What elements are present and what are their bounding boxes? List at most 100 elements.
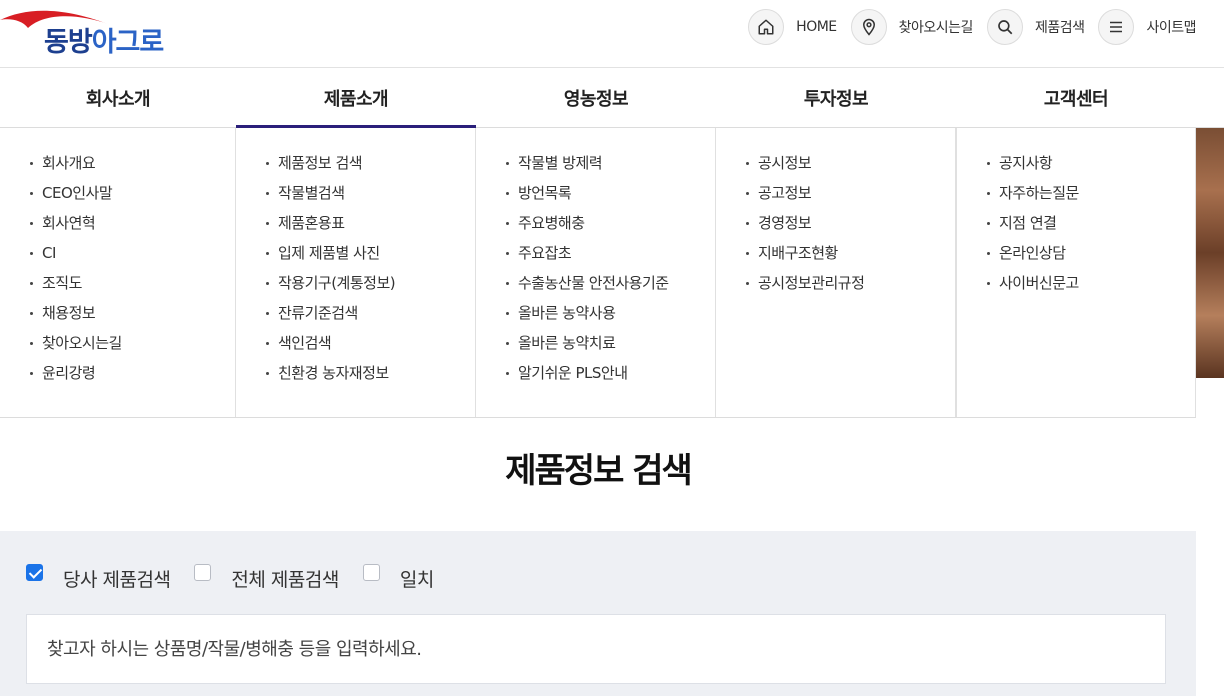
- mega-menu-item[interactable]: 제품혼용표: [266, 208, 475, 238]
- hero-photo-edge: [1196, 128, 1224, 378]
- logo-text-part2: 아그로: [91, 27, 165, 58]
- search-options: 당사 제품검색 전체 제품검색 일치: [26, 564, 458, 592]
- mega-menu-item[interactable]: 자주하는질문: [987, 178, 1195, 208]
- mega-menu-item[interactable]: 공지사항: [987, 148, 1195, 178]
- mega-menu-item[interactable]: 올바른 농약치료: [506, 328, 715, 358]
- option-own-products[interactable]: 당사 제품검색: [26, 564, 171, 592]
- mega-menu-item-label: 방언목록: [518, 184, 572, 202]
- mega-menu-item[interactable]: 작물별 방제력: [506, 148, 715, 178]
- gnb-support[interactable]: 고객센터: [956, 68, 1196, 128]
- bullet-icon: [746, 251, 749, 255]
- mega-menu-item[interactable]: 윤리강령: [30, 358, 235, 388]
- mega-menu-item[interactable]: 수출농산물 안전사용기준: [506, 268, 715, 298]
- mega-menu-item[interactable]: 작용기구(계통정보): [266, 268, 475, 298]
- mega-menu-item[interactable]: 작물별검색: [266, 178, 475, 208]
- bullet-icon: [987, 221, 990, 225]
- logo-text-part1: 동방: [44, 27, 93, 58]
- mega-menu-item[interactable]: 친환경 농자재정보: [266, 358, 475, 388]
- mega-menu-item[interactable]: 입제 제품별 사진: [266, 238, 475, 268]
- site-logo[interactable]: 동방아그로: [0, 6, 170, 59]
- mega-menu-item[interactable]: 방언목록: [506, 178, 715, 208]
- util-sitemap-label: 사이트맵: [1146, 20, 1196, 36]
- mega-menu-item-label: 주요잡초: [518, 244, 572, 262]
- mega-menu-item[interactable]: 주요병해충: [506, 208, 715, 238]
- mega-menu-item-label: 사이버신문고: [999, 274, 1079, 292]
- bullet-icon: [30, 161, 33, 165]
- mega-menu-item[interactable]: 제품정보 검색: [266, 148, 475, 178]
- bullet-icon: [746, 281, 749, 285]
- mega-menu-item-label: 올바른 농약치료: [518, 334, 616, 352]
- mega-menu-item[interactable]: 잔류기준검색: [266, 298, 475, 328]
- util-product-search[interactable]: 제품검색: [986, 9, 1085, 45]
- mega-menu-item-label: 공시정보관리규정: [758, 274, 865, 292]
- mega-menu-item-label: 작물별검색: [278, 184, 345, 202]
- mega-menu-item[interactable]: 조직도: [30, 268, 235, 298]
- checkbox-exact-match[interactable]: [362, 564, 380, 581]
- bullet-icon: [987, 281, 990, 285]
- mega-menu-item[interactable]: 지배구조현황: [746, 238, 955, 268]
- mega-menu-item[interactable]: 공시정보: [746, 148, 955, 178]
- bullet-icon: [987, 191, 990, 195]
- bullet-icon: [30, 371, 33, 375]
- gnb-company[interactable]: 회사소개: [0, 68, 236, 128]
- mega-menu-item[interactable]: 주요잡초: [506, 238, 715, 268]
- mega-menu-item-label: 공지사항: [999, 154, 1053, 172]
- mega-menu-item[interactable]: 공고정보: [746, 178, 955, 208]
- search-panel: 당사 제품검색 전체 제품검색 일치: [0, 531, 1196, 696]
- bullet-icon: [506, 191, 509, 195]
- bullet-icon: [987, 161, 990, 165]
- mega-menu-item[interactable]: 온라인상담: [987, 238, 1195, 268]
- mega-menu-item-label: 공시정보: [758, 154, 812, 172]
- home-icon: [748, 9, 785, 45]
- mega-menu-item-label: 주요병해충: [518, 214, 585, 232]
- option-all-products[interactable]: 전체 제품검색: [194, 564, 339, 592]
- logo-text: 동방아그로: [44, 20, 165, 59]
- mega-col-company: 회사개요 CEO인사말회사연혁 CI 조직도 채용정보 찾아오시는길 윤리강령: [0, 128, 236, 417]
- mega-menu-item-label: 작용기구(계통정보): [278, 274, 396, 292]
- util-sitemap[interactable]: 사이트맵: [1098, 9, 1196, 45]
- mega-menu-item[interactable]: 회사연혁: [30, 208, 235, 238]
- bullet-icon: [30, 251, 33, 255]
- mega-menu-item[interactable]: 올바른 농약사용: [506, 298, 715, 328]
- mega-menu-item-label: 자주하는질문: [999, 184, 1079, 202]
- gnb-products[interactable]: 제품소개: [236, 68, 476, 129]
- mega-menu-item[interactable]: 색인검색: [266, 328, 475, 358]
- util-home[interactable]: HOME: [748, 9, 837, 45]
- mega-col-investment: 공시정보공고정보 경영정보 지배구조현황공시정보관리규정: [716, 128, 956, 417]
- gnb-farming[interactable]: 영농정보: [476, 68, 716, 128]
- mega-menu-item-label: 올바른 농약사용: [518, 304, 616, 322]
- mega-menu-item-label: 입제 제품별 사진: [278, 244, 380, 262]
- mega-menu-item[interactable]: 알기쉬운 PLS안내: [506, 358, 715, 388]
- mega-menu-item-label: 회사연혁: [42, 214, 96, 232]
- main-nav: 회사소개 제품소개 영농정보 투자정보 고객센터: [0, 68, 1224, 129]
- mega-menu-item-label: 잔류기준검색: [278, 304, 358, 322]
- util-directions[interactable]: 찾아오시는길: [850, 9, 973, 45]
- mega-menu-item[interactable]: 사이버신문고: [987, 268, 1195, 298]
- mega-menu-item-label: CI: [42, 244, 56, 262]
- mega-menu-item[interactable]: 채용정보: [30, 298, 235, 328]
- bullet-icon: [506, 281, 509, 285]
- bullet-icon: [506, 371, 509, 375]
- mega-menu-item[interactable]: CEO인사말: [30, 178, 235, 208]
- site-header: 동방아그로 HOME 찾아오시는길 제품검색 사이트맵: [0, 0, 1224, 68]
- mega-menu-item-label: 회사개요: [42, 154, 96, 172]
- bullet-icon: [266, 341, 269, 345]
- mega-menu-item[interactable]: 지점 연결: [987, 208, 1195, 238]
- util-home-label: HOME: [796, 19, 837, 35]
- mega-menu-item-label: 제품혼용표: [278, 214, 345, 232]
- checkbox-all-products[interactable]: [194, 564, 212, 581]
- mega-menu-item[interactable]: 회사개요: [30, 148, 235, 178]
- mega-menu-item[interactable]: 공시정보관리규정: [746, 268, 955, 298]
- mega-menu-item[interactable]: 경영정보: [746, 208, 955, 238]
- mega-menu-item-label: 수출농산물 안전사용기준: [518, 274, 669, 292]
- mega-menu-item[interactable]: CI: [30, 238, 235, 268]
- mega-menu-item-label: 알기쉬운 PLS안내: [518, 364, 628, 382]
- option-exact-match[interactable]: 일치: [362, 564, 434, 592]
- mega-menu-item[interactable]: 찾아오시는길: [30, 328, 235, 358]
- bullet-icon: [746, 161, 749, 165]
- product-search-input[interactable]: [26, 614, 1166, 684]
- bullet-icon: [266, 311, 269, 315]
- checkbox-own-products[interactable]: [26, 564, 43, 581]
- gnb-investment[interactable]: 투자정보: [716, 68, 956, 128]
- mega-menu-item-label: 지점 연결: [999, 214, 1057, 232]
